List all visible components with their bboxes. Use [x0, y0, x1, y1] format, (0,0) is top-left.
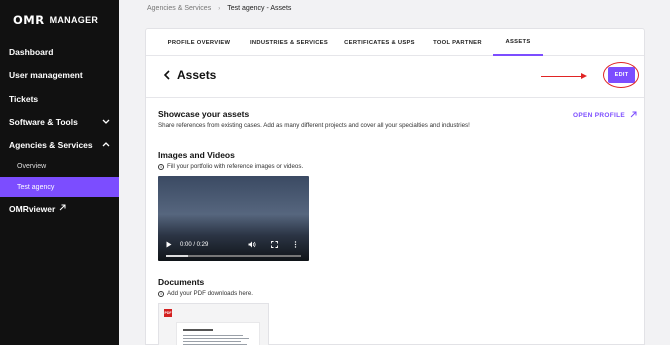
images-videos-hint: i Fill your portfolio with reference ima… — [158, 163, 303, 170]
breadcrumb-separator-icon: › — [218, 5, 221, 12]
documents-hint: i Add your PDF downloads here. — [158, 290, 253, 297]
page-title: Assets — [177, 68, 217, 82]
annotation-arrow-icon — [581, 73, 587, 79]
sidebar-item-omrviewer[interactable]: OMRviewer — [0, 198, 119, 219]
doc-text-line — [183, 335, 243, 336]
tab-label: ASSETS — [505, 38, 531, 45]
sidebar-item-label: OMRviewer — [9, 203, 56, 214]
doc-text-line — [183, 341, 241, 342]
chevron-down-icon[interactable] — [102, 117, 110, 126]
tab-label: CERTIFICATES & USPS — [344, 39, 415, 46]
play-icon[interactable] — [166, 241, 172, 250]
sidebar: OMR MANAGER Dashboard User management Ti… — [0, 0, 119, 345]
app-logo[interactable]: OMR MANAGER — [13, 13, 99, 27]
tab-label: INDUSTRIES & SERVICES — [249, 39, 329, 46]
page-header: Assets EDIT — [146, 56, 644, 98]
tab-assets[interactable]: ASSETS — [493, 29, 543, 56]
breadcrumb-parent[interactable]: Agencies & Services — [147, 5, 211, 12]
sidebar-subitem-label: Test agency — [17, 183, 55, 191]
images-videos-hint-text: Fill your portfolio with reference image… — [167, 163, 304, 170]
documents-hint-text: Add your PDF downloads here. — [167, 290, 253, 297]
tab-certificates-usps[interactable]: CERTIFICATES & USPS — [343, 29, 416, 56]
video-time: 0:00 / 0:29 — [180, 242, 209, 248]
pdf-page-preview — [176, 322, 260, 345]
external-link-icon — [59, 204, 66, 213]
video-player[interactable]: 0:00 / 0:29 — [158, 176, 309, 261]
video-progress-fill — [166, 255, 188, 257]
tab-tool-partner[interactable]: TOOL PARTNER — [430, 29, 485, 56]
breadcrumb: Agencies & Services › Test agency - Asse… — [147, 5, 291, 12]
documents-title: Documents — [158, 277, 205, 287]
volume-icon[interactable] — [248, 241, 256, 250]
logo-mark: OMR — [13, 13, 45, 27]
breadcrumb-current: Test agency - Assets — [227, 5, 292, 12]
open-profile-label: OPEN PROFILE — [573, 112, 625, 119]
tab-industries-services[interactable]: INDUSTRIES & SERVICES — [249, 29, 329, 56]
tab-profile-overview[interactable]: PROFILE OVERVIEW — [164, 29, 234, 56]
showcase-title: Showcase your assets — [158, 109, 250, 119]
showcase-description: Share references from existing cases. Ad… — [158, 122, 470, 129]
sidebar-subitem-label: Overview — [17, 162, 47, 170]
sidebar-item-tickets[interactable]: Tickets — [0, 88, 119, 109]
chevron-up-icon[interactable] — [102, 140, 110, 149]
sidebar-item-user-management[interactable]: User management — [0, 64, 119, 85]
images-videos-title: Images and Videos — [158, 150, 235, 160]
info-icon: i — [158, 163, 164, 170]
annotation-circle — [603, 62, 639, 88]
sidebar-item-label: User management — [9, 69, 83, 80]
back-arrow-icon[interactable] — [163, 69, 171, 83]
sidebar-item-software-tools[interactable]: Software & Tools — [0, 111, 119, 132]
assets-card: PROFILE OVERVIEW INDUSTRIES & SERVICES C… — [145, 28, 645, 345]
sidebar-item-label: Software & Tools — [9, 116, 78, 127]
sidebar-item-label: Dashboard — [9, 46, 54, 57]
tab-bar: PROFILE OVERVIEW INDUSTRIES & SERVICES C… — [146, 29, 644, 56]
video-controls: 0:00 / 0:29 — [158, 235, 309, 261]
doc-text-line — [183, 338, 249, 339]
tab-label: TOOL PARTNER — [433, 39, 482, 46]
sidebar-subitem-test-agency[interactable]: Test agency — [0, 177, 119, 197]
fullscreen-icon[interactable] — [271, 241, 278, 250]
annotation-arrow-line — [541, 76, 583, 77]
pdf-icon: PDF — [164, 309, 172, 317]
sidebar-item-label: Tickets — [9, 93, 39, 104]
external-link-icon — [630, 111, 637, 120]
more-options-icon[interactable] — [294, 241, 297, 250]
pdf-document-thumbnail[interactable]: PDF — [158, 303, 269, 345]
sidebar-item-label: Agencies & Services — [9, 139, 93, 150]
sidebar-subitem-overview[interactable]: Overview — [0, 156, 119, 176]
sidebar-item-dashboard[interactable]: Dashboard — [0, 41, 119, 62]
tab-label: PROFILE OVERVIEW — [167, 39, 231, 46]
info-icon: i — [158, 290, 164, 297]
open-profile-link[interactable]: OPEN PROFILE — [573, 111, 637, 120]
doc-heading-line — [183, 329, 213, 331]
logo-text: MANAGER — [49, 15, 99, 25]
sidebar-item-agencies-services[interactable]: Agencies & Services — [0, 134, 119, 155]
